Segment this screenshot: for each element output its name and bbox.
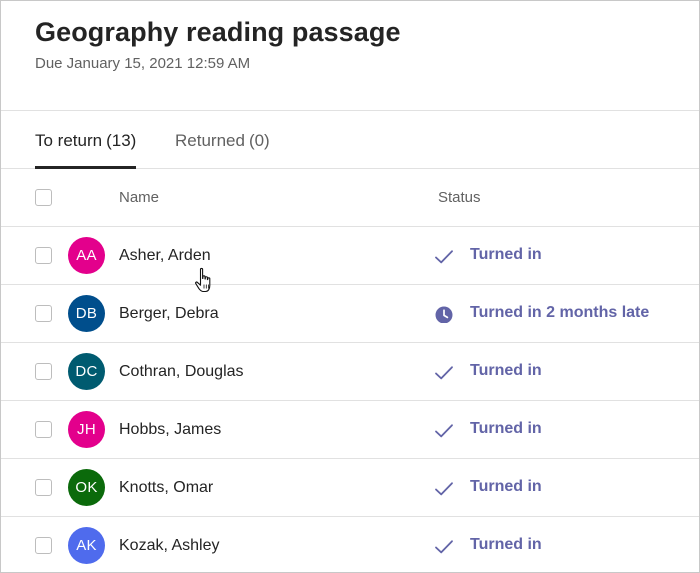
row-select-checkbox[interactable]	[35, 479, 52, 496]
row-select-checkbox[interactable]	[35, 363, 52, 380]
student-name[interactable]: Berger, Debra	[119, 305, 219, 323]
avatar: AK	[68, 527, 105, 564]
column-header-status[interactable]: Status	[438, 189, 481, 206]
check-icon	[435, 366, 453, 380]
row-select-checkbox[interactable]	[35, 421, 52, 438]
row-select-checkbox[interactable]	[35, 537, 52, 554]
status-label: Turned in	[470, 478, 542, 495]
check-icon	[435, 482, 453, 496]
tab-to-return[interactable]: To return (13)	[35, 111, 137, 169]
avatar: DC	[68, 353, 105, 390]
tab-returned-count: (0)	[248, 131, 270, 150]
table-row[interactable]: AK Kozak, Ashley Turned in	[1, 517, 699, 572]
status-label: Turned in	[470, 420, 542, 437]
row-select-checkbox[interactable]	[35, 305, 52, 322]
assignment-review-panel: Geography reading passage Due January 15…	[0, 0, 700, 573]
table-row[interactable]: AA Asher, Arden Turned in	[1, 227, 699, 285]
student-name[interactable]: Knotts, Omar	[119, 479, 213, 497]
table-row[interactable]: JH Hobbs, James Turned in	[1, 401, 699, 459]
student-name[interactable]: Hobbs, James	[119, 421, 221, 439]
table-row[interactable]: DC Cothran, Douglas Turned in	[1, 343, 699, 401]
avatar: OK	[68, 469, 105, 506]
due-date: Due January 15, 2021 12:59 AM	[35, 55, 251, 72]
student-name[interactable]: Asher, Arden	[119, 247, 211, 265]
check-icon	[435, 424, 453, 438]
assignment-header: Geography reading passage Due January 15…	[1, 1, 699, 111]
table-row[interactable]: DB Berger, Debra Turned in 2 months late	[1, 285, 699, 343]
row-select-checkbox[interactable]	[35, 247, 52, 264]
student-list: AA Asher, Arden Turned in DB Berger, Debra Tu…	[1, 227, 699, 572]
check-icon	[435, 250, 453, 264]
column-header-name[interactable]: Name	[119, 189, 159, 206]
avatar: AA	[68, 237, 105, 274]
status-label: Turned in	[470, 536, 542, 553]
student-name[interactable]: Kozak, Ashley	[119, 537, 220, 555]
student-name[interactable]: Cothran, Douglas	[119, 363, 244, 381]
tab-to-return-count: (13)	[106, 131, 137, 150]
table-header: Name Status	[1, 169, 699, 227]
avatar: DB	[68, 295, 105, 332]
status-label: Turned in	[470, 362, 542, 379]
clock-icon	[435, 306, 453, 323]
table-row[interactable]: OK Knotts, Omar Turned in	[1, 459, 699, 517]
tab-returned[interactable]: Returned (0)	[175, 111, 270, 168]
tab-returned-label: Returned	[175, 131, 245, 150]
assignment-title: Geography reading passage	[35, 17, 401, 47]
select-all-checkbox[interactable]	[35, 189, 52, 206]
status-label: Turned in 2 months late	[470, 304, 650, 321]
tab-bar: To return (13) Returned (0)	[1, 111, 699, 169]
avatar: JH	[68, 411, 105, 448]
status-label: Turned in	[470, 246, 542, 263]
tab-to-return-label: To return	[35, 131, 103, 150]
check-icon	[435, 540, 453, 554]
